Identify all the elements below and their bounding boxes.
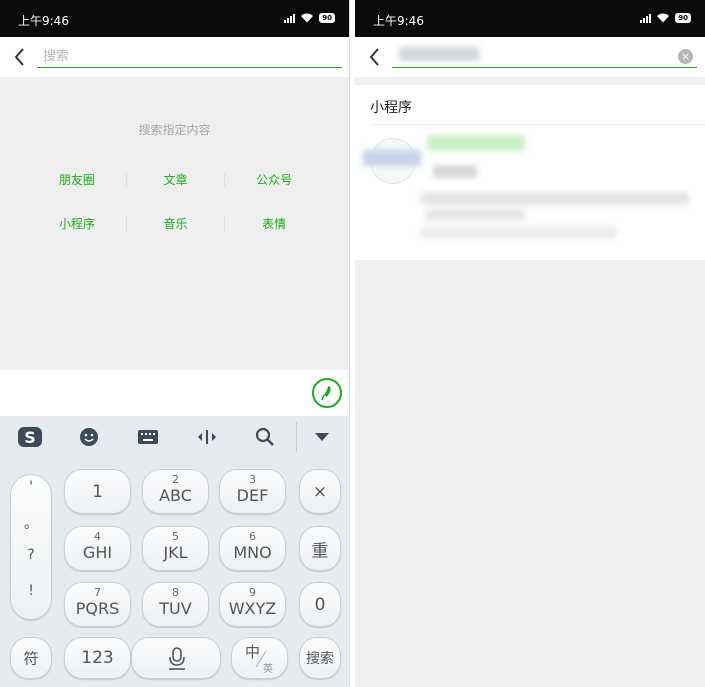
punctuation-column[interactable]: ' 。 ? !	[10, 474, 52, 620]
symbols-key[interactable]: 符	[10, 637, 52, 679]
search-input[interactable]	[37, 46, 342, 68]
svg-text:S: S	[24, 428, 36, 447]
punct-question[interactable]: ?	[11, 547, 51, 563]
category-moments[interactable]: 朋友圈	[28, 173, 126, 187]
back-arrow-icon[interactable]	[8, 44, 32, 70]
section-title: 小程序	[370, 100, 412, 116]
numbers-key[interactable]: 123	[64, 637, 131, 679]
result-tag-blurred	[433, 165, 477, 178]
search-bar	[0, 37, 349, 77]
result-desc-blurred	[425, 209, 525, 221]
search-input-underline	[392, 67, 697, 68]
punct-apostrophe[interactable]: '	[11, 479, 51, 495]
search-query-blurred[interactable]	[399, 47, 479, 61]
category-row: 朋友圈 文章 公众号	[28, 158, 323, 202]
category-official-accounts[interactable]: 公众号	[224, 173, 323, 187]
status-bar: 上午9:46 90	[355, 0, 705, 37]
reenter-key[interactable]: 重	[299, 526, 341, 571]
status-bar: 上午9:46 90	[0, 0, 349, 37]
key-9-wxyz[interactable]: 9 WXYZ	[219, 582, 286, 627]
signal-icon	[284, 13, 296, 23]
sogou-logo-icon[interactable]: S	[17, 425, 43, 449]
key-8-tuv[interactable]: 8 TUV	[142, 582, 209, 627]
toolbar-divider	[296, 422, 297, 452]
status-icons: 90	[284, 12, 335, 23]
results-section: 小程序	[355, 85, 705, 260]
key-4-ghi[interactable]: 4 GHI	[64, 526, 131, 571]
key-3-def[interactable]: 3 DEF	[219, 469, 286, 514]
wifi-icon	[301, 13, 314, 23]
key-5-jkl[interactable]: 5 JKL	[142, 526, 209, 571]
category-stickers[interactable]: 表情	[224, 217, 323, 231]
battery-icon: 90	[319, 12, 335, 23]
voice-input-bar	[0, 370, 349, 416]
delete-key[interactable]: ×	[299, 469, 341, 514]
keyboard-search-icon[interactable]	[252, 425, 278, 449]
signal-icon	[640, 13, 652, 23]
collapse-keyboard-icon[interactable]	[309, 425, 335, 449]
emoji-icon[interactable]	[76, 425, 102, 449]
search-screen: 上午9:46 90 搜索指定内容 朋友圈 文章 公众号 小程序 音乐 表情	[0, 0, 350, 687]
status-time: 上午9:46	[18, 14, 69, 28]
clear-icon[interactable]: ×	[678, 49, 693, 64]
result-desc-blurred	[421, 227, 617, 239]
slash-divider	[255, 650, 267, 668]
section-divider	[370, 124, 705, 125]
space-key[interactable]	[131, 637, 221, 679]
wifi-icon	[657, 13, 670, 23]
search-bar: ×	[355, 37, 705, 77]
key-6-mno[interactable]: 6 MNO	[219, 526, 286, 571]
language-switch-key[interactable]: 中 英	[231, 637, 288, 679]
key-0[interactable]: 0	[299, 582, 341, 627]
microphone-icon	[169, 647, 185, 670]
keyboard-toolbar: S	[0, 416, 349, 458]
battery-icon: 90	[675, 12, 691, 23]
category-row: 小程序 音乐 表情	[28, 202, 323, 246]
microphone-icon	[321, 386, 331, 401]
avatar-blur	[363, 150, 421, 166]
result-name-blurred[interactable]	[427, 135, 525, 151]
search-results-screen: 上午9:46 90 × 小程序	[355, 0, 705, 687]
punct-period[interactable]: 。	[11, 513, 51, 533]
status-time: 上午9:46	[373, 14, 424, 28]
key-7-pqrs[interactable]: 7 PQRS	[64, 582, 131, 627]
keyboard: S ' 。 ? ! 1 2 ABC 3 DEF 4 GHI 5 JKL 6 MN…	[0, 416, 349, 687]
category-music[interactable]: 音乐	[125, 217, 225, 231]
back-arrow-icon[interactable]	[363, 44, 387, 70]
search-hint: 搜索指定内容	[138, 123, 211, 137]
category-articles[interactable]: 文章	[125, 173, 225, 187]
voice-search-button[interactable]	[312, 378, 342, 408]
punct-exclamation[interactable]: !	[11, 583, 51, 599]
search-key[interactable]: 搜索	[299, 637, 341, 679]
search-category-grid: 朋友圈 文章 公众号 小程序 音乐 表情	[28, 158, 323, 246]
key-2-abc[interactable]: 2 ABC	[142, 469, 209, 514]
status-icons: 90	[640, 12, 691, 23]
keyboard-switch-icon[interactable]	[135, 425, 161, 449]
cursor-move-icon[interactable]	[194, 425, 220, 449]
key-1[interactable]: 1	[64, 469, 131, 514]
result-desc-blurred	[421, 193, 689, 205]
category-mini-programs[interactable]: 小程序	[28, 217, 126, 231]
